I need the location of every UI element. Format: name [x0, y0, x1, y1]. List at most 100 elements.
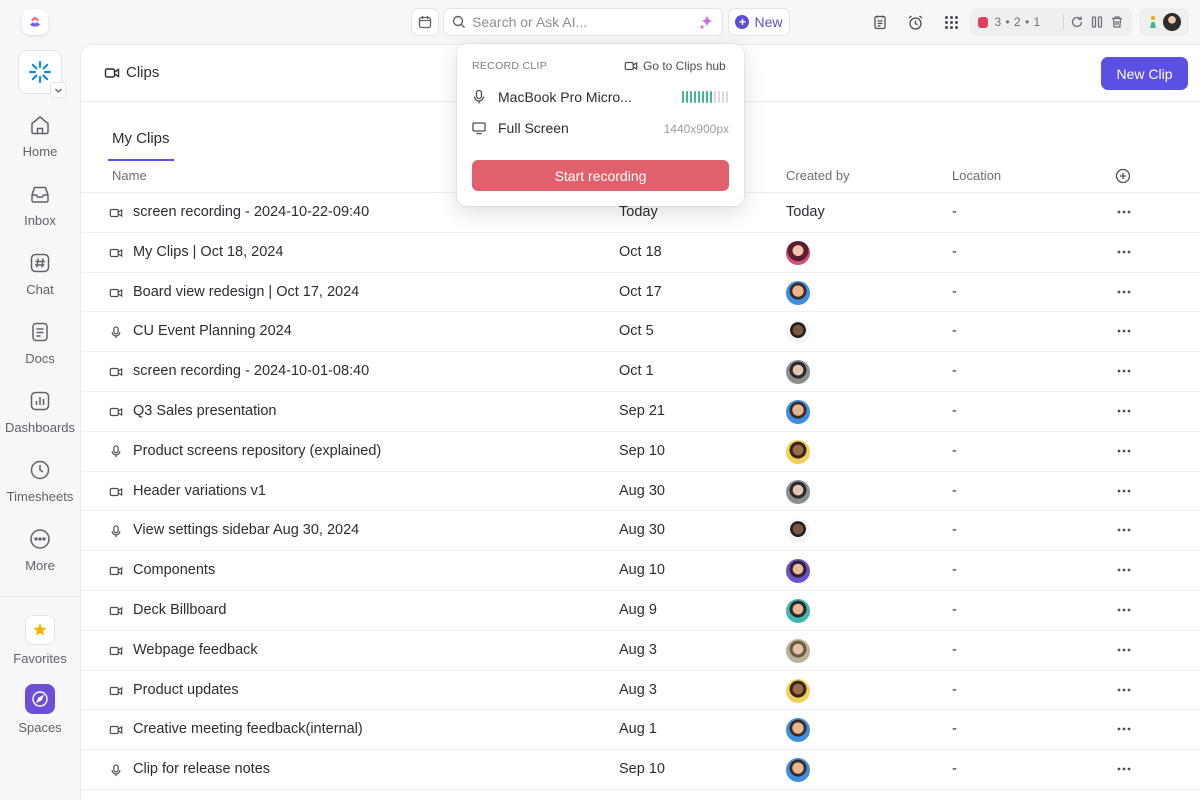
new-clip-button[interactable]: New Clip	[1101, 57, 1188, 90]
clip-name[interactable]: Creative meeting feedback(internal)	[133, 721, 363, 737]
notepad-icon[interactable]	[870, 12, 890, 32]
creator-avatar	[786, 519, 810, 544]
table-row[interactable]: Product updates Aug 3 -	[81, 671, 1200, 711]
more-options-icon[interactable]	[1115, 760, 1133, 778]
add-column-icon[interactable]	[1115, 168, 1131, 184]
more-options-icon[interactable]	[1115, 521, 1133, 539]
clock-icon	[27, 457, 53, 483]
clip-name[interactable]: View settings sidebar Aug 30, 2024	[133, 522, 359, 538]
sidebar-item-chat[interactable]: Chat	[0, 250, 80, 312]
table-row[interactable]: Webpage feedback Aug 3 -	[81, 631, 1200, 671]
table-row[interactable]: Creative meeting feedback(internal) Aug 1…	[81, 710, 1200, 751]
microphone-select[interactable]: MacBook Pro Micro...	[472, 89, 632, 105]
chevron-down-icon[interactable]	[50, 82, 66, 98]
clip-name[interactable]: screen recording - 2024-10-01-08:40	[133, 363, 369, 379]
table-row[interactable]: Clip for release notes Sep 10 -	[81, 750, 1200, 790]
created-by-text: Today	[786, 204, 825, 220]
mic-level-bar	[694, 91, 696, 103]
table-row[interactable]: Deck Billboard Aug 9 -	[81, 591, 1200, 631]
screen-select[interactable]: Full Screen	[472, 120, 569, 136]
column-header-created-by[interactable]: Created by	[786, 168, 850, 183]
clip-name[interactable]: Header variations v1	[133, 483, 266, 499]
apps-grid-icon[interactable]	[941, 12, 961, 32]
table-row[interactable]: My Clips | Oct 18, 2024 Oct 18 -	[81, 233, 1200, 273]
sidebar-item-label: More	[25, 558, 55, 573]
more-options-icon[interactable]	[1115, 482, 1133, 500]
calendar-button[interactable]	[411, 8, 439, 36]
more-options-icon[interactable]	[1115, 283, 1133, 301]
sidebar-item-more[interactable]: More	[0, 526, 80, 588]
microphone-icon	[108, 324, 124, 340]
sidebar-item-favorites[interactable]: Favorites	[0, 615, 80, 677]
table-row[interactable]: screen recording - 2024-10-01-08:40 Oct 1…	[81, 352, 1200, 392]
table-row[interactable]: Board view redesign | Oct 17, 2024 Oct 17…	[81, 273, 1200, 313]
clips-hub-label: Go to Clips hub	[643, 59, 726, 73]
more-options-icon[interactable]	[1115, 203, 1133, 221]
more-options-icon[interactable]	[1115, 322, 1133, 340]
table-row[interactable]: Header variations v1 Aug 30 -	[81, 472, 1200, 512]
trash-icon[interactable]	[1110, 15, 1124, 29]
clip-name[interactable]: CU Event Planning 2024	[133, 323, 292, 339]
pause-icon[interactable]	[1090, 15, 1104, 29]
search-bar[interactable]	[443, 8, 723, 36]
more-options-icon[interactable]	[1115, 681, 1133, 699]
column-header-name[interactable]: Name	[112, 168, 147, 183]
new-button-label: New	[754, 14, 783, 30]
alarm-clock-icon[interactable]	[905, 12, 925, 32]
clip-location: -	[952, 721, 957, 738]
clip-name[interactable]: Deck Billboard	[133, 602, 227, 618]
clip-name[interactable]: screen recording - 2024-10-22-09:40	[133, 204, 369, 220]
calendar-icon	[418, 15, 432, 29]
clip-name[interactable]: Board view redesign | Oct 17, 2024	[133, 284, 359, 300]
clip-name[interactable]: Webpage feedback	[133, 642, 258, 658]
sidebar-item-docs[interactable]: Docs	[0, 319, 80, 381]
new-button[interactable]: + New	[728, 8, 790, 36]
clip-name[interactable]: Clip for release notes	[133, 761, 270, 777]
search-input[interactable]	[472, 14, 692, 30]
sidebar-item-home[interactable]: Home	[0, 112, 80, 174]
more-options-icon[interactable]	[1115, 243, 1133, 261]
recording-widget[interactable]: 3 • 2 • 1	[970, 8, 1132, 36]
more-options-icon[interactable]	[1115, 720, 1133, 738]
sidebar-item-timesheets[interactable]: Timesheets	[0, 457, 80, 519]
column-header-location[interactable]: Location	[952, 168, 1001, 183]
table-row[interactable]: Q3 Sales presentation Sep 21 -	[81, 392, 1200, 432]
clip-name[interactable]: Product screens repository (explained)	[133, 443, 381, 459]
divider	[1063, 14, 1064, 30]
clickup-logo-icon[interactable]	[22, 9, 48, 35]
more-options-icon[interactable]	[1115, 601, 1133, 619]
more-options-icon[interactable]	[1115, 442, 1133, 460]
start-recording-button[interactable]: Start recording	[472, 160, 729, 191]
tab-my-clips[interactable]: My Clips	[108, 130, 174, 161]
clip-name[interactable]: Product updates	[133, 682, 239, 698]
go-to-clips-hub-link[interactable]: Go to Clips hub	[624, 59, 726, 73]
clip-location: -	[952, 402, 957, 419]
table-row[interactable]: CU Event Planning 2024 Oct 5 -	[81, 312, 1200, 353]
ai-sparkle-icon[interactable]	[698, 14, 714, 30]
sidebar-item-spaces[interactable]: Spaces	[0, 684, 80, 746]
clip-location: -	[952, 482, 957, 499]
more-options-icon[interactable]	[1115, 402, 1133, 420]
clip-name[interactable]: Components	[133, 562, 215, 578]
clip-location: -	[952, 442, 957, 459]
more-options-icon[interactable]	[1115, 362, 1133, 380]
top-bar: + New 3 • 2 • 1	[0, 0, 1200, 44]
restart-icon[interactable]	[1070, 15, 1084, 29]
sidebar-item-dashboards[interactable]: Dashboards	[0, 388, 80, 450]
stop-record-icon[interactable]	[978, 16, 989, 28]
creator-avatar	[786, 758, 810, 783]
table-row[interactable]: Product screens repository (explained) Se…	[81, 432, 1200, 472]
sidebar-item-inbox[interactable]: Inbox	[0, 181, 80, 243]
clip-location: -	[952, 562, 957, 579]
table-row[interactable]: Components Aug 10 -	[81, 551, 1200, 591]
video-camera-icon	[108, 245, 124, 261]
clip-name[interactable]: Q3 Sales presentation	[133, 403, 276, 419]
more-options-icon[interactable]	[1115, 641, 1133, 659]
user-menu[interactable]	[1139, 8, 1189, 36]
sidebar-item-label: Spaces	[18, 720, 62, 735]
more-options-icon[interactable]	[1115, 561, 1133, 579]
video-camera-icon	[108, 563, 124, 579]
clip-name[interactable]: My Clips | Oct 18, 2024	[133, 244, 283, 260]
table-row[interactable]: View settings sidebar Aug 30, 2024 Aug 30…	[81, 511, 1200, 552]
plus-icon: +	[735, 15, 750, 29]
